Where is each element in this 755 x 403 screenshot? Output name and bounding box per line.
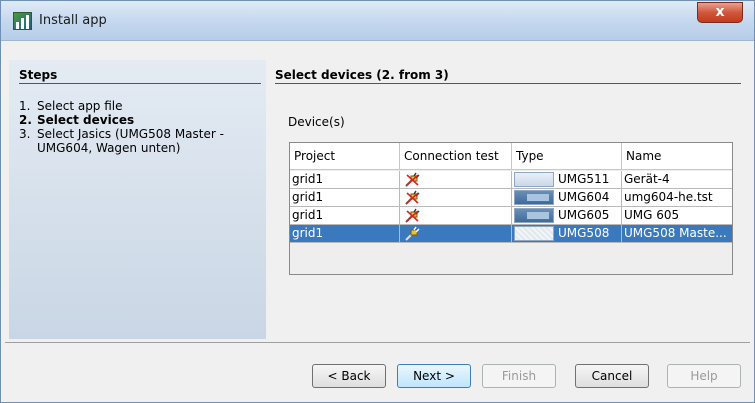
cell-type-label: UMG605 bbox=[558, 208, 610, 222]
title-bar[interactable]: Install app x bbox=[1, 1, 754, 41]
disconnected-plug-icon bbox=[405, 172, 420, 187]
column-header-type[interactable]: Type bbox=[512, 143, 622, 170]
device-image bbox=[514, 172, 554, 187]
step-number: 2. bbox=[19, 113, 32, 127]
cell-type-label: UMG604 bbox=[558, 190, 610, 204]
table-row[interactable]: grid1 UMG604 umg604-he.tst bbox=[290, 189, 732, 207]
steps-title: Steps bbox=[19, 68, 58, 82]
cell-type-label: UMG508 bbox=[558, 226, 610, 240]
step-number: 1. bbox=[19, 99, 31, 113]
devices-label: Device(s) bbox=[288, 115, 345, 129]
cell-connection-test bbox=[400, 225, 512, 242]
cell-name: Gerät-4 bbox=[624, 172, 670, 186]
table-header: Project Connection test Type Name bbox=[290, 143, 732, 170]
table-row[interactable]: grid1 UMG511 Gerät-4 bbox=[290, 171, 732, 189]
step-label: Select Jasics (UMG508 Master - UMG604, W… bbox=[37, 127, 224, 155]
cell-name: umg604-he.tst bbox=[624, 190, 713, 204]
cell-connection-test bbox=[400, 207, 512, 224]
steps-panel: Steps 1. Select app file 2. Select devices… bbox=[9, 60, 266, 339]
title-divider bbox=[275, 83, 741, 84]
disconnected-plug-icon bbox=[405, 190, 420, 205]
cell-type: UMG605 bbox=[512, 207, 622, 224]
device-image bbox=[514, 208, 554, 223]
cell-type: UMG511 bbox=[512, 171, 622, 188]
column-header-name[interactable]: Name bbox=[622, 143, 732, 170]
back-button[interactable]: < Back bbox=[312, 364, 386, 388]
step-label: Select app file bbox=[37, 99, 123, 113]
table-row-selected[interactable]: grid1 UMG508 UMG508 Maste... bbox=[290, 225, 732, 243]
cell-project: grid1 bbox=[290, 189, 400, 206]
window-title: Install app bbox=[39, 13, 107, 28]
cell-type: UMG508 bbox=[512, 225, 622, 242]
table-row[interactable]: grid1 UMG605 UMG 605 bbox=[290, 207, 732, 225]
cell-project: grid1 bbox=[290, 171, 400, 188]
cell-project: grid1 bbox=[290, 225, 400, 242]
device-image bbox=[514, 190, 554, 205]
app-icon bbox=[13, 12, 32, 30]
step-label: Select devices bbox=[37, 113, 135, 127]
column-header-project[interactable]: Project bbox=[290, 143, 400, 170]
finish-button[interactable]: Finish bbox=[482, 364, 556, 388]
device-image bbox=[514, 226, 554, 241]
page-title: Select devices (2. from 3) bbox=[275, 68, 449, 82]
steps-divider bbox=[19, 83, 261, 84]
cell-type-label: UMG511 bbox=[558, 172, 610, 186]
cell-name: UMG 605 bbox=[624, 208, 680, 222]
next-button[interactable]: Next > bbox=[397, 364, 471, 388]
step-number: 3. bbox=[19, 127, 31, 141]
step-item-select-app-file: 1. Select app file bbox=[19, 99, 123, 113]
cell-connection-test bbox=[400, 189, 512, 206]
cancel-button[interactable]: Cancel bbox=[575, 364, 649, 388]
disconnected-plug-icon bbox=[405, 208, 420, 223]
step-item-select-jasics: 3. Select Jasics (UMG508 Master - UMG604,… bbox=[19, 127, 227, 155]
cell-project: grid1 bbox=[290, 207, 400, 224]
dialog-content: Steps 1. Select app file 2. Select devices… bbox=[5, 42, 750, 400]
help-button[interactable]: Help bbox=[667, 364, 741, 388]
footer-divider bbox=[5, 342, 750, 343]
column-header-connection-test[interactable]: Connection test bbox=[400, 143, 512, 170]
devices-table[interactable]: Project Connection test Type Name grid1 … bbox=[289, 142, 733, 275]
close-button[interactable]: x bbox=[697, 2, 743, 23]
cell-type: UMG604 bbox=[512, 189, 622, 206]
cell-connection-test bbox=[400, 171, 512, 188]
disconnected-plug-icon bbox=[405, 226, 420, 241]
step-item-select-devices: 2. Select devices bbox=[19, 113, 134, 127]
install-app-window: Install app x Steps 1. Select app file 2.… bbox=[0, 0, 755, 403]
cell-name: UMG508 Maste... bbox=[624, 226, 727, 240]
